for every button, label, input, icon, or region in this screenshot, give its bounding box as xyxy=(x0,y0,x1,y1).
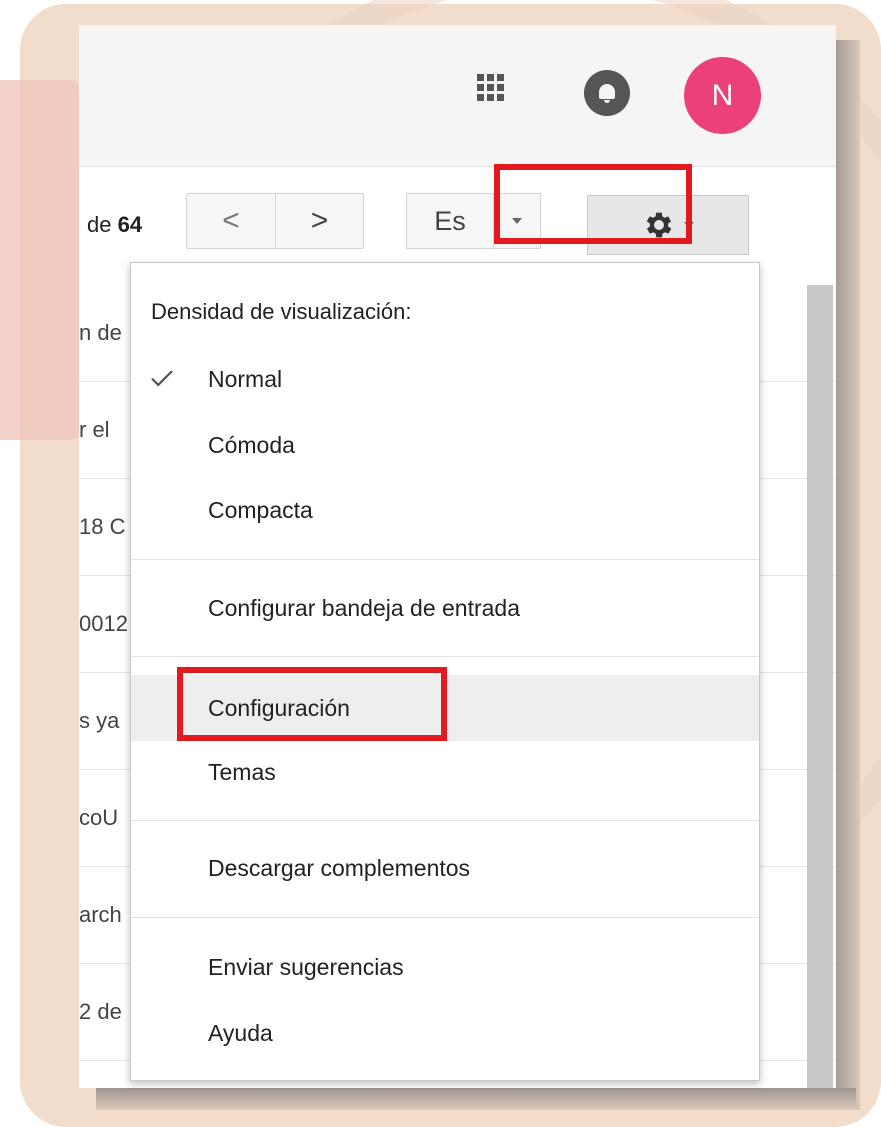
menu-item-send-feedback[interactable]: Enviar sugerencias xyxy=(131,939,759,995)
notifications-bell-icon[interactable] xyxy=(584,70,630,116)
scrollbar[interactable] xyxy=(807,285,833,1088)
menu-item-label: Ayuda xyxy=(208,1019,273,1046)
page-count-prefix: de xyxy=(87,212,112,237)
checkmark-icon xyxy=(151,370,173,387)
menu-divider xyxy=(131,559,759,560)
page-count-total: 64 xyxy=(117,212,143,237)
menu-item-download-addons[interactable]: Descargar complementos xyxy=(131,840,759,896)
menu-divider xyxy=(131,917,759,918)
chevron-down-icon xyxy=(512,218,522,224)
top-bar: N xyxy=(79,25,836,167)
menu-item-density-comfortable[interactable]: Cómoda xyxy=(131,417,759,473)
prev-page-button[interactable]: < xyxy=(187,194,275,248)
language-button[interactable]: Es xyxy=(407,194,493,248)
screenshot-shadow-right xyxy=(836,40,860,1110)
chevron-down-icon xyxy=(684,222,694,228)
input-language-selector: Es xyxy=(406,193,541,249)
menu-item-configure-inbox[interactable]: Configurar bandeja de entrada xyxy=(131,580,759,636)
menu-item-label: Normal xyxy=(208,365,283,392)
menu-item-label: Descargar complementos xyxy=(208,854,471,881)
menu-item-label: Configurar bandeja de entrada xyxy=(208,594,521,621)
gear-icon xyxy=(646,212,672,238)
page-count: de 64 xyxy=(87,212,142,238)
menu-item-settings[interactable]: Configuración xyxy=(131,675,759,741)
settings-button[interactable] xyxy=(587,195,749,255)
chevron-right-icon: > xyxy=(310,204,329,237)
menu-item-label: Configuración xyxy=(208,694,350,721)
account-avatar[interactable]: N xyxy=(684,57,761,134)
chevron-left-icon: < xyxy=(222,204,240,237)
language-dropdown-button[interactable] xyxy=(493,194,540,248)
menu-item-label: Compacta xyxy=(208,496,313,523)
menu-item-label: Enviar sugerencias xyxy=(208,953,404,980)
apps-grid-icon[interactable] xyxy=(477,74,505,102)
menu-divider xyxy=(131,820,759,821)
menu-item-themes[interactable]: Temas xyxy=(131,744,759,800)
menu-item-label: Temas xyxy=(208,758,276,785)
settings-menu: Densidad de visualización: Normal Cómoda… xyxy=(130,262,760,1081)
next-page-button[interactable]: > xyxy=(275,194,363,248)
menu-item-density-compact[interactable]: Compacta xyxy=(131,482,759,538)
menu-item-help[interactable]: Ayuda xyxy=(131,1005,759,1061)
menu-item-label: Cómoda xyxy=(208,431,295,458)
menu-divider xyxy=(131,656,759,657)
density-heading: Densidad de visualización: xyxy=(151,299,412,324)
menu-item-density-normal[interactable]: Normal xyxy=(131,351,759,407)
pagination-buttons: < > xyxy=(186,193,364,249)
screenshot-shadow-bottom xyxy=(96,1088,856,1110)
